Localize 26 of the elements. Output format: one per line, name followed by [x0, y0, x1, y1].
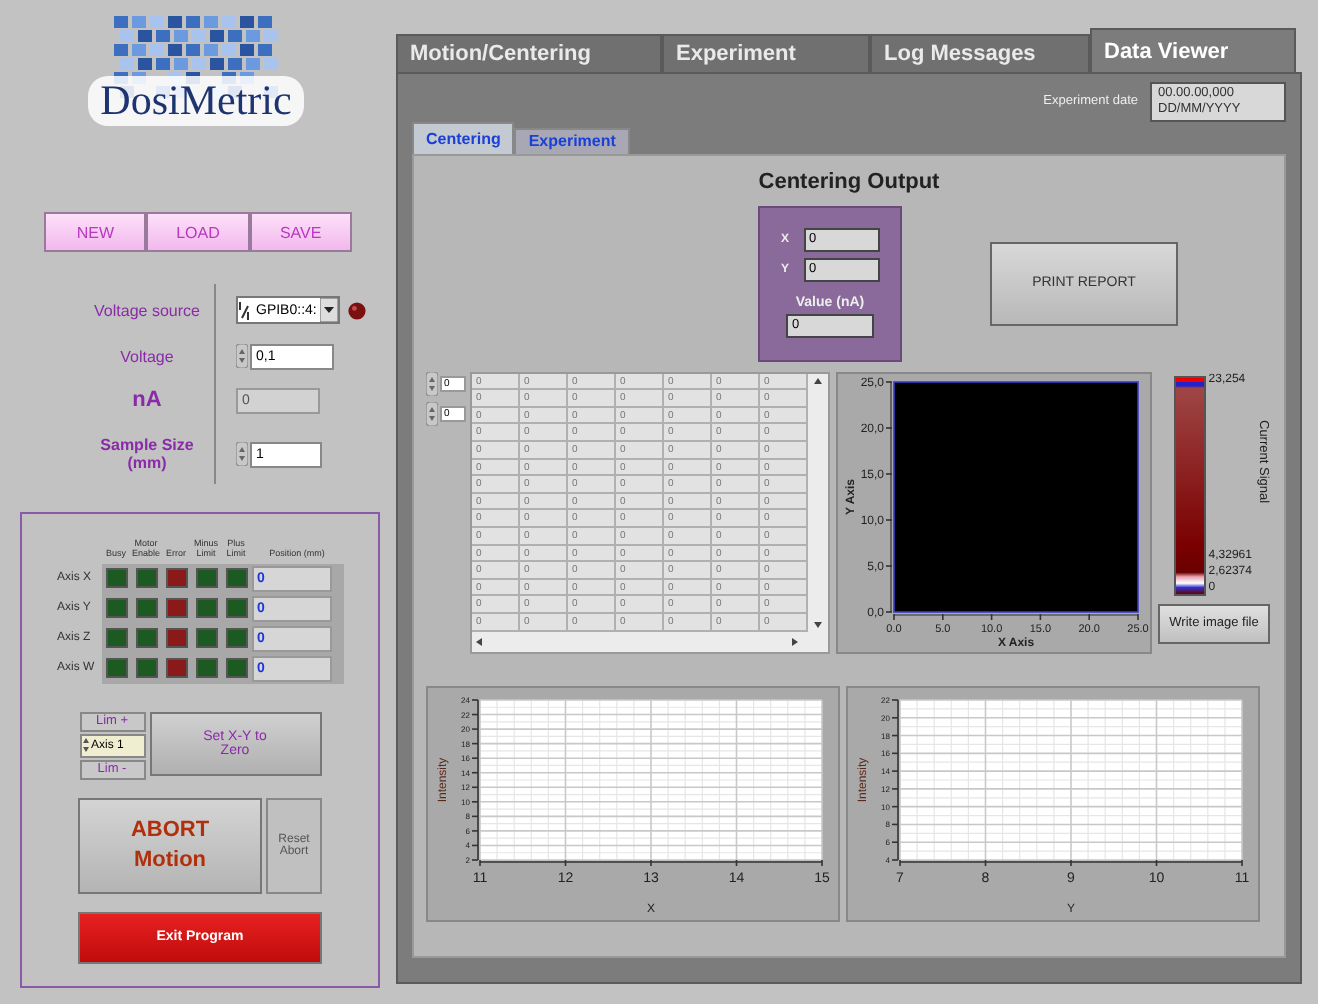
file-button[interactable]: NEW [44, 212, 147, 252]
spinner-icon[interactable] [426, 371, 438, 396]
field-label: nA [132, 386, 162, 416]
spinner-icon[interactable] [426, 401, 438, 426]
scrollbar[interactable] [472, 631, 828, 652]
abort-button[interactable]: ABORT Motion [78, 797, 262, 894]
status-led-icon [348, 301, 367, 319]
io-icon [238, 299, 252, 321]
file-button[interactable]: SAVE [249, 212, 352, 252]
tab[interactable]: Log Messages [870, 34, 1090, 72]
field-label: Voltage source [92, 299, 202, 324]
section-title: Centering Output [756, 169, 942, 194]
tab[interactable]: Centering [412, 121, 515, 154]
tab[interactable]: Data Viewer [1090, 28, 1296, 72]
spinner-icon[interactable] [236, 442, 248, 466]
scrollbar[interactable] [808, 373, 828, 632]
spinner-icon[interactable] [236, 344, 248, 368]
field-label: Sample Size (mm) [98, 434, 196, 476]
tab[interactable]: Motion/Centering [396, 34, 662, 72]
tab[interactable]: Experiment [514, 127, 630, 154]
spinner-icon [81, 736, 89, 755]
file-button[interactable]: LOAD [146, 212, 250, 252]
logo-text: DosiMetric [88, 76, 304, 126]
tab[interactable]: Experiment [662, 34, 870, 72]
dropdown-arrow-icon [320, 298, 339, 322]
field-label: Voltage [120, 345, 174, 370]
